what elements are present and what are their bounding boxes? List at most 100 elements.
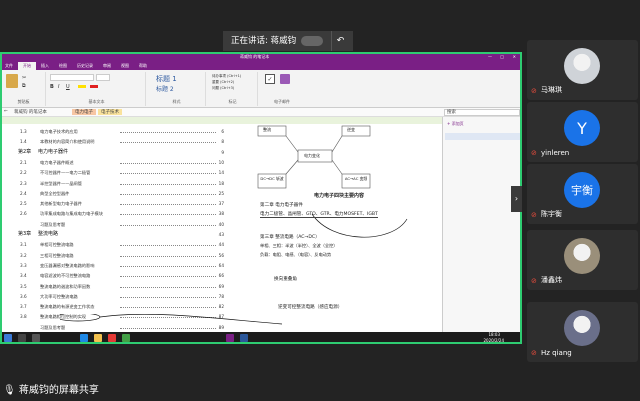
ink-arrow-1 bbox=[99, 314, 283, 325]
find-tags-icon[interactable] bbox=[280, 74, 290, 84]
box-invert-label: 逆变 bbox=[347, 127, 355, 132]
box-dcdc-label: DC→DC 斩波 bbox=[260, 176, 284, 181]
group-tags: 待办事项 (Ctrl+1) 重要 (Ctrl+2) 问题 (Ctrl+3) 标记 bbox=[208, 72, 258, 106]
toc-number: 3.8 bbox=[20, 314, 27, 320]
toc-title: 功率集成电路与集成电力电子模块 bbox=[40, 211, 103, 217]
toc-title: 典型全控型器件 bbox=[40, 190, 70, 196]
expand-sidebar-icon[interactable]: › bbox=[511, 186, 522, 212]
group-email-label: 电子邮件 bbox=[274, 99, 290, 104]
group-clipboard-label: 剪贴板 bbox=[17, 99, 30, 104]
style-heading2[interactable]: 标题 2 bbox=[156, 84, 174, 93]
toc-row: 2.4 典型全控型器件 25 bbox=[0, 189, 230, 198]
start-icon[interactable] bbox=[4, 334, 12, 342]
edge-icon[interactable] bbox=[80, 334, 88, 342]
tag-todo[interactable]: 待办事项 (Ctrl+1) bbox=[212, 74, 241, 79]
tag-question[interactable]: 问题 (Ctrl+3) bbox=[212, 86, 234, 91]
chapter2-body: 电力二极管、晶闸管、GTO、GTR、电力MOSFET、IGBT bbox=[260, 212, 378, 218]
toc-page: 43 bbox=[218, 232, 224, 237]
toc-leader bbox=[120, 214, 216, 216]
toc-title: 半控型器件——晶闸管 bbox=[40, 180, 82, 186]
page-list-item[interactable] bbox=[445, 133, 520, 140]
notebook-name[interactable]: 蒋威钧 的笔记本 bbox=[14, 109, 47, 115]
style-heading1[interactable]: 标题 1 bbox=[156, 74, 177, 84]
tab-home[interactable]: 开始 bbox=[18, 62, 36, 70]
toc-row: 2.6 功率集成电路与集成电力电子模块 38 bbox=[0, 209, 230, 218]
ink-circle-1 bbox=[60, 314, 101, 322]
chapter3-title: 第三章 整流电路（AC→DC） bbox=[260, 235, 320, 240]
underline-button[interactable]: U bbox=[66, 84, 70, 90]
back-icon[interactable]: ← bbox=[4, 109, 8, 114]
minimize-icon[interactable]: — bbox=[488, 52, 492, 62]
toc-leader bbox=[120, 193, 216, 195]
diagram-caption: 电力电子四块主要内容 bbox=[314, 193, 365, 199]
font-size-select[interactable] bbox=[96, 74, 110, 81]
toc-row: 3.5 整流电路的谐波和功率因数 69 bbox=[0, 282, 230, 291]
chrome-icon[interactable] bbox=[108, 334, 116, 342]
search-input[interactable]: 搜索 bbox=[444, 109, 520, 116]
tab-review[interactable]: 审阅 bbox=[98, 62, 116, 70]
font-family-select[interactable] bbox=[50, 74, 94, 81]
todo-tag-icon[interactable]: ✓ bbox=[265, 74, 275, 84]
avatar-initials: Y bbox=[577, 118, 587, 138]
group-basic-text: B I U 基本文本 bbox=[48, 72, 146, 106]
ribbon-tabs: 文件 开始 插入 绘图 历史记录 审阅 视图 帮助 bbox=[0, 62, 522, 70]
tab-help[interactable]: 帮助 bbox=[134, 62, 152, 70]
add-page-button[interactable]: + 添加页 bbox=[443, 117, 522, 131]
toc-title: 习题及思考题 bbox=[40, 221, 66, 227]
toc-title: 电容滤波的不可控整流电路 bbox=[40, 273, 91, 279]
toc-page: 38 bbox=[218, 211, 224, 217]
explorer-icon[interactable] bbox=[94, 334, 102, 342]
toc-number: 1.4 bbox=[20, 139, 27, 145]
mic-muted-icon: ⊘ bbox=[531, 349, 537, 357]
participant-tile[interactable]: ⊘ Hz qiang bbox=[527, 302, 638, 362]
toc-leader bbox=[120, 142, 216, 144]
search-icon[interactable] bbox=[18, 334, 26, 342]
copy-icon[interactable]: ⧉ bbox=[22, 83, 26, 89]
word-icon[interactable] bbox=[240, 334, 248, 342]
cut-icon[interactable]: ✂ bbox=[22, 75, 26, 81]
paste-icon[interactable] bbox=[6, 74, 18, 88]
toc-number: 2.5 bbox=[20, 201, 27, 207]
section-tab-2[interactable]: 电子技术 bbox=[98, 109, 122, 115]
bold-button[interactable]: B bbox=[50, 84, 54, 90]
tag-important[interactable]: 重要 (Ctrl+2) bbox=[212, 80, 234, 85]
toc-page: 82 bbox=[218, 304, 224, 310]
toc-title: 三相可控整流电路 bbox=[40, 252, 74, 258]
shared-screen: 蒋威钧 的笔记本 — □ ✕ 文件 开始 插入 绘图 历史记录 审阅 视图 帮助 ✂ ⧉ 剪贴… bbox=[0, 52, 522, 344]
taskview-icon[interactable] bbox=[32, 334, 40, 342]
toc-row: 1.3 电力电子技术的应用 6 bbox=[0, 127, 230, 136]
section-tab-1[interactable]: 电力电子 bbox=[72, 109, 96, 115]
toc-number: 第3章 bbox=[18, 231, 32, 237]
participant-tile[interactable]: ⊘ 潘鑫炜 bbox=[527, 230, 638, 290]
share-footer: 🎙 蒋威钧的屏幕共享 bbox=[0, 382, 99, 400]
toc-page: 44 bbox=[218, 242, 224, 248]
font-color-icon[interactable] bbox=[90, 85, 98, 88]
toc-number: 2.4 bbox=[20, 190, 27, 196]
toc-page: 69 bbox=[218, 283, 224, 289]
participant-tile[interactable]: 宇衡 ⊘ 陈宇衡 bbox=[527, 164, 638, 224]
participant-tile[interactable]: ⊘ 马琳琪 bbox=[527, 40, 638, 100]
highlight-icon[interactable] bbox=[78, 85, 86, 88]
group-tags-label: 标记 bbox=[228, 99, 237, 104]
toc-leader bbox=[120, 286, 216, 288]
toc-title: 单相可控整流电路 bbox=[40, 242, 74, 248]
italic-button[interactable]: I bbox=[58, 84, 59, 90]
maximize-icon[interactable]: □ bbox=[500, 52, 504, 62]
tab-draw[interactable]: 绘图 bbox=[54, 62, 72, 70]
toc-page: 64 bbox=[218, 262, 224, 268]
tab-file[interactable]: 文件 bbox=[0, 62, 18, 70]
tab-history[interactable]: 历史记录 bbox=[72, 62, 98, 70]
toc-title: 电力电子技术的应用 bbox=[40, 129, 78, 134]
close-icon[interactable]: ✕ bbox=[513, 52, 516, 62]
app-icon[interactable] bbox=[122, 334, 130, 342]
toc-page: 8 bbox=[221, 139, 224, 145]
toc-row: 3.6 大功率可控整流电路 78 bbox=[0, 292, 230, 301]
participant-tile[interactable]: Y ⊘ yinleren bbox=[527, 102, 638, 162]
toc-title: 整流电路 bbox=[38, 231, 59, 237]
tab-view[interactable]: 视图 bbox=[116, 62, 134, 70]
toc-number: 3.2 bbox=[20, 252, 27, 258]
tab-insert[interactable]: 插入 bbox=[36, 62, 54, 70]
chapter3-line2: 负载：电阻、电感、（电容）、反电动势 bbox=[260, 252, 332, 257]
onenote-icon[interactable] bbox=[226, 334, 234, 342]
return-icon[interactable]: ↶ bbox=[331, 31, 349, 51]
